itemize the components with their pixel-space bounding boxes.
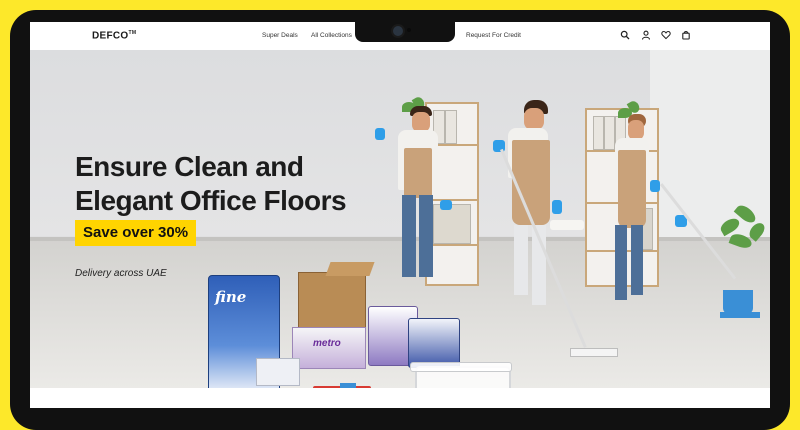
cleaning-bucket [723,290,753,314]
product-blue-container [408,318,460,368]
heart-icon[interactable] [661,30,671,40]
tissue-brand-label: fine [215,288,247,306]
page-bottom-strip [30,388,770,408]
cart-icon[interactable] [681,30,691,40]
browser-screen: DEFCOTM Super Deals All Collections ▾ Re… [30,22,770,408]
camera-notch [355,12,455,42]
product-storage-box-lid [410,362,512,372]
search-icon[interactable] [620,30,630,40]
product-tissue-box-small [256,358,300,386]
product-cardboard-box-flap [325,262,375,276]
camera-indicator [407,28,411,32]
nav-super-deals[interactable]: Super Deals [262,32,298,39]
mop-head-right [720,312,760,318]
hero-title: Ensure Clean and Elegant Office Floors [75,151,347,216]
detergent-brand-label: metro [313,338,341,349]
webcam-icon [391,24,405,38]
product-cardboard-box [298,272,366,332]
user-icon[interactable] [641,30,651,40]
nav-request-for-credit[interactable]: Request For Credit [466,32,521,39]
mop-head-center [570,348,618,357]
bookshelf-left [425,102,479,286]
discount-badge: Save over 30% [75,220,197,246]
hero-banner[interactable]: Ensure Clean and Elegant Office Floors S… [30,50,770,388]
product-detergent-box: metro [292,327,366,369]
chair [550,220,584,230]
nav-all-collections[interactable]: All Collections [311,32,352,39]
site-logo[interactable]: DEFCOTM [92,30,136,41]
delivery-note: Delivery across UAE [75,268,167,279]
